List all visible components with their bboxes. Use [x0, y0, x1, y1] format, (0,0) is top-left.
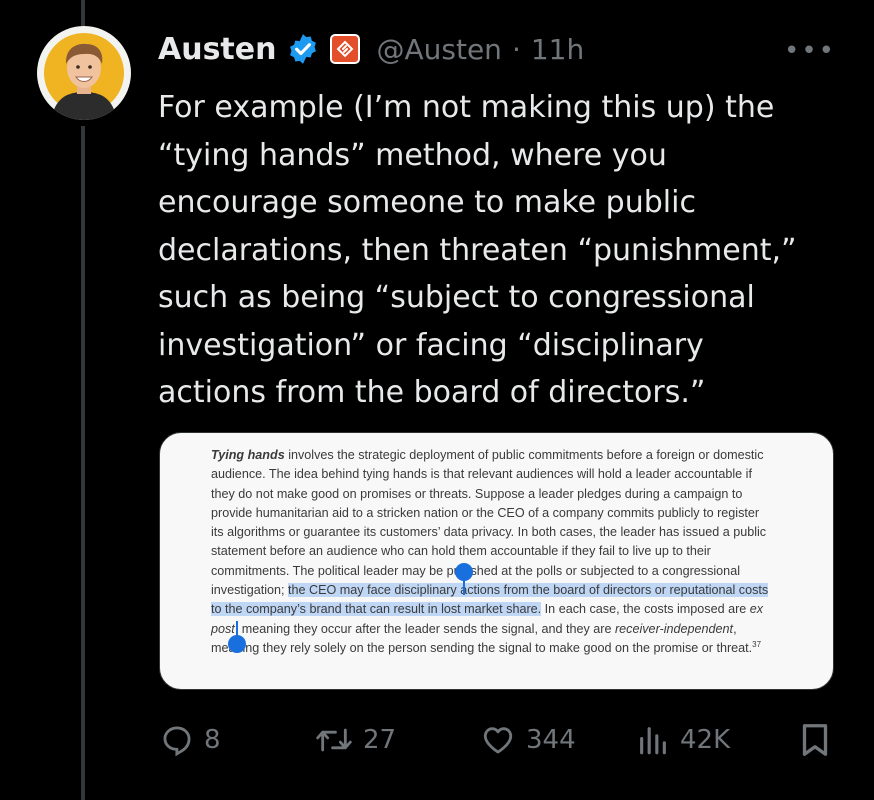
repost-icon — [316, 728, 352, 752]
selection-start-handle[interactable] — [455, 563, 473, 581]
book-excerpt: Tying hands involves the strategic deplo… — [211, 446, 771, 658]
more-icon[interactable]: ••• — [784, 36, 836, 66]
post-handle[interactable]: @Austen — [376, 33, 501, 66]
like-count: 344 — [526, 725, 576, 755]
thread-connector-bottom — [81, 126, 85, 800]
affiliate-badge-icon[interactable] — [330, 34, 361, 64]
views-count: 42K — [680, 725, 731, 755]
excerpt-lead-term: Tying hands — [211, 448, 285, 462]
display-name[interactable]: Austen — [158, 32, 276, 67]
excerpt-paragraph-2a: In each case, the costs imposed are — [541, 602, 750, 617]
excerpt-italic-receiver-independent: receiver-independent — [614, 621, 734, 636]
repost-count: 27 — [363, 725, 397, 755]
verified-badge-icon[interactable] — [286, 32, 320, 66]
post-text: For example (I’m not making this up) the… — [158, 90, 797, 410]
attached-image[interactable]: Tying hands involves the strategic deplo… — [159, 432, 834, 690]
affiliate-logo-icon — [337, 40, 354, 58]
repost-button[interactable]: 27 — [315, 718, 396, 762]
avatar-image — [44, 33, 124, 120]
excerpt-footnote: 37 — [752, 639, 762, 649]
action-bar: 8 27 344 42K — [160, 718, 835, 762]
reply-icon — [163, 726, 191, 757]
selection-end-handle[interactable] — [228, 635, 246, 653]
avatar[interactable] — [37, 26, 131, 120]
excerpt-paragraph-2b: , meaning they occur after the leader se… — [234, 621, 615, 636]
views-icon — [640, 727, 666, 755]
like-icon — [483, 727, 513, 754]
meta-separator: · — [511, 32, 521, 66]
reply-count: 8 — [204, 725, 221, 755]
bookmark-icon — [802, 724, 828, 756]
post-header: Austen @Austen · 11h — [158, 27, 584, 71]
like-button[interactable]: 344 — [480, 718, 576, 762]
views-button[interactable]: 42K — [636, 718, 730, 762]
post-timestamp[interactable]: 11h — [531, 33, 584, 66]
excerpt-paragraph-1: involves the strategic deployment of pub… — [211, 448, 767, 598]
bookmark-button[interactable] — [800, 718, 830, 762]
reply-button[interactable]: 8 — [160, 718, 221, 762]
